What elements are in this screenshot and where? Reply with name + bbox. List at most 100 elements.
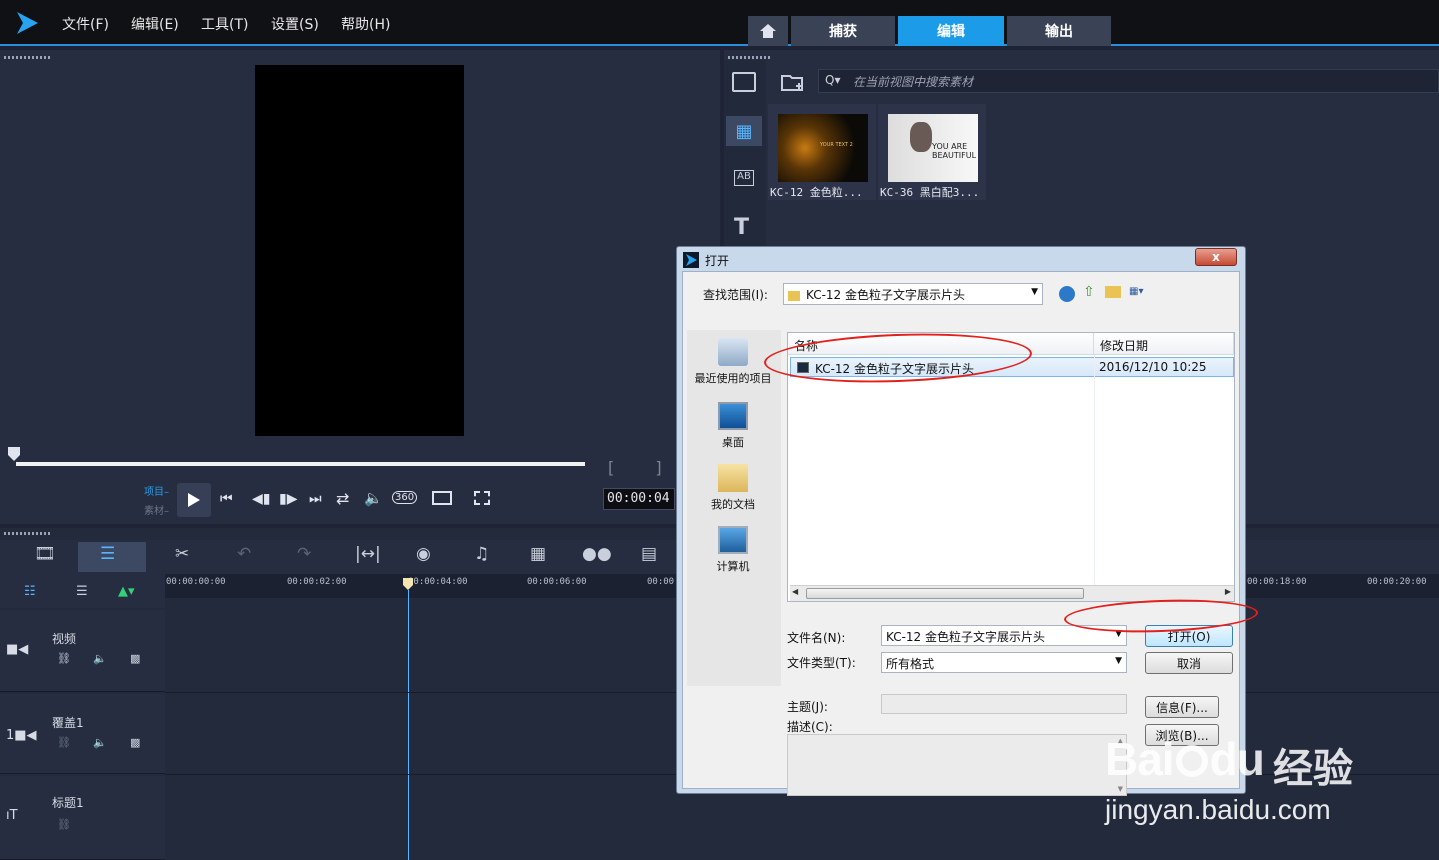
next-frame-button[interactable]: ▮▶ (279, 491, 297, 507)
scrub-bar[interactable] (16, 462, 585, 466)
timeline-view-button[interactable]: ☰ (100, 544, 115, 564)
menu-edit[interactable]: 编辑(E) (131, 14, 179, 34)
scroll-left-icon[interactable]: ◀ (792, 587, 798, 596)
transition-button[interactable]: ▦ (726, 116, 762, 146)
library-clip-1[interactable]: YOUR TEXT 2 KC-12 金色粒... (768, 104, 876, 200)
timeline-grip[interactable] (4, 532, 50, 535)
track-name: 覆盖1 (52, 716, 84, 730)
search-box[interactable]: Q▾ 在当前视图中搜索素材 (818, 69, 1439, 93)
fit-icon: |↔| (355, 544, 381, 564)
scrubber-handle-icon[interactable] (7, 446, 21, 462)
folder-icon (788, 290, 800, 301)
place-documents[interactable]: 我的文档 (689, 464, 777, 512)
column-date[interactable]: 修改日期 (1094, 333, 1234, 355)
back-icon[interactable] (1059, 286, 1075, 302)
fit-timeline-button[interactable]: |↔| (355, 544, 381, 564)
play-button[interactable] (177, 483, 211, 517)
jingyan-text: 经验 (1273, 746, 1353, 792)
view-menu-icon[interactable]: ▦▾ (1129, 286, 1155, 300)
tab-edit[interactable]: 编辑 (898, 16, 1004, 46)
repeat-button[interactable]: ⇄ (336, 489, 349, 508)
undo-button[interactable]: ↶ (237, 544, 251, 564)
project-mode-label[interactable]: 项目– (144, 483, 169, 498)
tab-output[interactable]: 输出 (1007, 16, 1111, 46)
horizontal-scrollbar[interactable]: ◀ ▶ (790, 585, 1234, 601)
lookin-combo[interactable]: KC-12 金色粒子文字展示片头 ▼ (783, 283, 1043, 305)
menu-tools[interactable]: 工具(T) (201, 14, 248, 34)
360-button[interactable]: 360 (392, 491, 418, 504)
audio-mixer-button[interactable]: ♫ (474, 544, 489, 564)
checker-icon[interactable]: ▩ (130, 736, 140, 749)
playhead-icon[interactable] (402, 577, 414, 591)
menu-file[interactable]: 文件(F) (62, 14, 109, 34)
menu-help[interactable]: 帮助(H) (341, 14, 390, 34)
scroll-right-icon[interactable]: ▶ (1225, 587, 1231, 596)
chevron-down-icon: ▼ (1031, 287, 1038, 297)
tools-button[interactable]: ✂ (175, 544, 189, 564)
multicam-icon: ▦ (530, 544, 547, 564)
track-name: 标题1 (52, 796, 84, 810)
baidu-logo-text: Bai du (1105, 733, 1265, 785)
multicam-button[interactable]: ▦ (530, 544, 546, 564)
end-button[interactable]: ⏭ (309, 491, 322, 507)
description-field[interactable]: ▲ ▼ (787, 734, 1127, 796)
track-overlay[interactable]: 1■◀ 覆盖1 ⛓ 🔈 ▩ (0, 694, 165, 774)
redo-button[interactable]: ↷ (297, 544, 311, 564)
play-icon (188, 493, 200, 507)
volume-button[interactable]: 🔈 (364, 489, 383, 507)
timeline-icon: ☰ (100, 544, 116, 564)
speaker-icon[interactable]: 🔈 (93, 652, 107, 665)
new-folder-icon[interactable] (1105, 286, 1121, 298)
search-icon: Q▾ (825, 73, 841, 87)
desktop-icon (718, 402, 748, 430)
chevron-down-icon: ▼ (1115, 656, 1122, 666)
link-icon[interactable]: ⛓ (57, 818, 71, 831)
filter-button[interactable]: AB (734, 170, 754, 186)
text-icon: T (734, 215, 750, 240)
repeat-icon: ⇄ (336, 489, 350, 508)
filename-label: 文件名(N): (787, 631, 846, 645)
media-button[interactable] (732, 72, 756, 92)
filetype-combo[interactable]: 所有格式 ▼ (881, 652, 1127, 673)
recent-icon (718, 338, 748, 366)
library-grip[interactable] (728, 56, 772, 59)
motion-button[interactable]: ●● (582, 544, 612, 564)
ripple-button[interactable]: ▲▾ (118, 584, 135, 599)
add-track-button[interactable]: ☰ (76, 584, 88, 599)
ruler-label: 00:00: (647, 577, 680, 587)
scroll-thumb[interactable] (806, 588, 1084, 599)
preview-screen (255, 65, 464, 436)
tab-home[interactable] (748, 16, 788, 46)
storyboard-view-button[interactable]: 🎞 (34, 544, 56, 564)
subtitle-button[interactable]: ▤ (641, 544, 657, 564)
speaker-icon[interactable]: 🔈 (93, 736, 107, 749)
top-bar: 文件(F) 编辑(E) 工具(T) 设置(S) 帮助(H) 捕获 编辑 输出 (0, 0, 1439, 46)
title-button[interactable]: T (734, 215, 749, 240)
track-manager-button[interactable]: ☷ (24, 584, 36, 599)
record-button[interactable]: ◉ (416, 544, 431, 564)
home-button[interactable]: ⏮ (220, 491, 233, 507)
prev-frame-button[interactable]: ◀▮ (252, 491, 270, 507)
crop-button[interactable] (474, 491, 490, 505)
add-folder-button[interactable] (781, 72, 805, 92)
column-divider (1094, 355, 1095, 595)
library-clip-2[interactable]: YOU ARE BEAUTIFUL KC-36 黑白配3... (878, 104, 986, 200)
track-title[interactable]: ıT 标题1 ⛓ (0, 776, 165, 860)
place-desktop[interactable]: 桌面 (689, 402, 777, 450)
resize-button[interactable] (432, 491, 452, 505)
panel-grip[interactable] (4, 56, 50, 59)
timecode-display[interactable]: 00:00:04 (603, 488, 675, 510)
cancel-button[interactable]: 取消 (1145, 652, 1233, 674)
subject-field[interactable] (881, 694, 1127, 714)
link-icon[interactable]: ⛓ (57, 736, 71, 749)
link-icon[interactable]: ⛓ (57, 652, 71, 665)
track-video[interactable]: ■◀ 视频 ⛓ 🔈 ▩ (0, 610, 165, 692)
clip-mode-label[interactable]: 素材– (144, 502, 169, 517)
checker-icon[interactable]: ▩ (130, 652, 140, 665)
menu-settings[interactable]: 设置(S) (271, 14, 319, 34)
up-folder-icon[interactable]: ⇧ (1083, 284, 1095, 300)
close-button[interactable]: x (1195, 248, 1237, 266)
place-computer[interactable]: 计算机 (689, 526, 777, 574)
tab-capture[interactable]: 捕获 (791, 16, 895, 46)
trim-markers[interactable]: [ ] (608, 458, 680, 477)
